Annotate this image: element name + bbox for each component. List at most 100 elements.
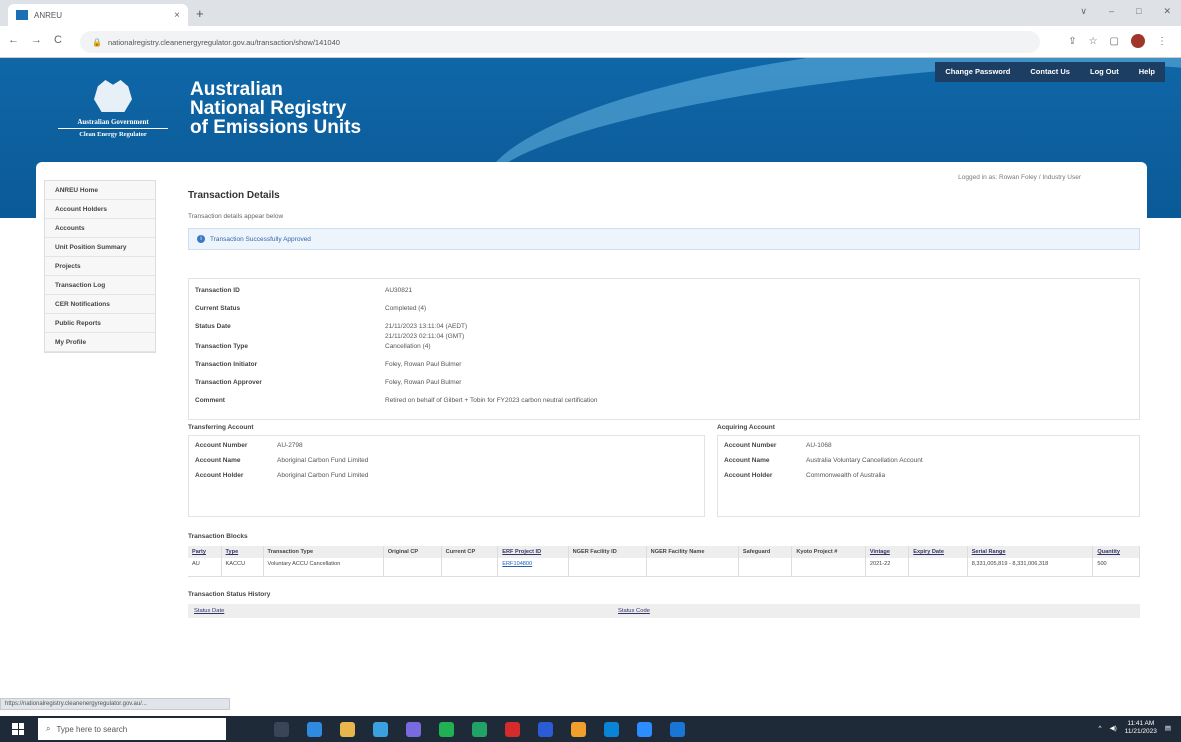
sidepanel-icon[interactable]: ▢ [1110, 36, 1119, 47]
windows-taskbar: ⌕ Type here to search ^ ◀) 11:41 AM 11/2… [0, 716, 1181, 742]
sidebar-item-projects[interactable]: Projects [45, 257, 155, 276]
col-status-code[interactable]: Status Code [618, 608, 650, 614]
sidebar-item-cer-notifications[interactable]: CER Notifications [45, 295, 155, 314]
col-type[interactable]: Type [221, 546, 264, 558]
taskbar-clock[interactable]: 11:41 AM 11/21/2023 [1125, 720, 1157, 736]
gov-logo-line1: Australian Government [58, 118, 168, 129]
volume-icon[interactable]: ◀) [1110, 724, 1117, 732]
acrobat-icon[interactable] [505, 721, 520, 737]
detail-value: AU30821 [385, 287, 413, 294]
col-serial-range[interactable]: Serial Range [967, 546, 1094, 558]
nav-buttons: ← → C [8, 34, 62, 46]
detail-value: Foley, Rowan Paul Bulmer [385, 361, 462, 368]
col-transaction-type: Transaction Type [263, 546, 384, 558]
sidebar-item-account-holders[interactable]: Account Holders [45, 200, 155, 219]
tab-close-icon[interactable]: × [174, 10, 180, 21]
detail-label: Comment [195, 397, 225, 404]
account-value: AU-1068 [806, 442, 832, 449]
url-field[interactable]: 🔒 nationalregistry.cleanenergyregulator.… [80, 31, 1040, 53]
detail-label: Transaction Approver [195, 379, 262, 386]
col-kyoto-project: Kyoto Project # [791, 546, 866, 558]
gov-logo-line2: Clean Energy Regulator [79, 131, 147, 138]
share-icon[interactable]: ⇪ [1068, 36, 1076, 47]
erf-project-link[interactable]: ERF104800 [502, 561, 532, 567]
notifications-icon[interactable]: ▤ [1165, 724, 1171, 732]
col-original-cp: Original CP [383, 546, 442, 558]
sidebar-item-my-profile[interactable]: My Profile [45, 333, 155, 352]
reload-icon[interactable]: C [54, 34, 62, 46]
page-subtitle: Transaction details appear below [188, 213, 284, 220]
change-password-link[interactable]: Change Password [935, 62, 1020, 82]
tab-title: ANREU [34, 10, 63, 20]
sidebar-item-accounts[interactable]: Accounts [45, 219, 155, 238]
detail-row: Transaction Type Cancellation (4) [195, 343, 1139, 361]
favicon-icon [16, 10, 28, 20]
forward-icon[interactable]: → [31, 34, 42, 46]
col-vintage[interactable]: Vintage [865, 546, 910, 558]
tray-chevron-icon[interactable]: ^ [1099, 725, 1102, 732]
tab-search-button[interactable]: ∨ [1080, 6, 1087, 17]
col-expiry-date[interactable]: Expiry Date [908, 546, 968, 558]
sidebar-item-anreu-home[interactable]: ANREU Home [45, 181, 155, 200]
edge-pinned-icon[interactable] [604, 721, 619, 737]
gov-logo[interactable]: Australian Government Clean Energy Regul… [58, 80, 168, 138]
cell-nger-facility-id [568, 558, 647, 577]
teams-icon[interactable] [406, 721, 421, 737]
col-current-cp: Current CP [441, 546, 499, 558]
account-row: Account Holder Commonwealth of Australia [724, 472, 1133, 479]
cell-expiry-date [908, 558, 968, 577]
bookmark-star-icon[interactable]: ☆ [1089, 36, 1098, 47]
maximize-button[interactable]: □ [1136, 6, 1141, 17]
log-out-link[interactable]: Log Out [1080, 62, 1129, 82]
cell-serial-range: 8,331,005,819 - 8,331,006,318 [967, 558, 1094, 577]
spotify-icon[interactable] [472, 721, 487, 737]
profile-avatar[interactable] [1131, 34, 1145, 48]
cell-nger-facility-name [646, 558, 739, 577]
col-quantity[interactable]: Quantity [1092, 546, 1140, 558]
help-link[interactable]: Help [1129, 62, 1165, 82]
store-icon[interactable] [373, 721, 388, 737]
col-nger-facility-id: NGER Facility ID [568, 546, 647, 558]
close-window-button[interactable]: ✕ [1163, 6, 1171, 17]
word-icon[interactable] [538, 721, 553, 737]
status-date-gmt: 21/11/2023 02:11:04 (GMT) [385, 333, 465, 340]
detail-row: Status Date 21/11/2023 13:11:04 (AEDT) 21/… [195, 323, 1139, 343]
transaction-status-history: Transaction Status History Status Date S… [188, 591, 1140, 618]
contact-us-link[interactable]: Contact Us [1020, 62, 1080, 82]
edge-icon[interactable] [307, 721, 322, 737]
cell-safeguard [738, 558, 793, 577]
new-tab-button[interactable]: + [196, 6, 204, 21]
accounts-section: Transferring Account Account Number AU-27… [188, 424, 1140, 517]
pinned-app-icon[interactable] [571, 721, 586, 737]
task-view-icon[interactable] [274, 721, 289, 737]
sidebar-nav: ANREU Home Account Holders Accounts Unit… [44, 180, 156, 353]
coat-of-arms-icon [94, 80, 132, 112]
account-row: Account Holder Aboriginal Carbon Fund Lim… [195, 472, 698, 479]
transaction-details-panel: Transaction ID AU30821 Current Status Comp… [188, 278, 1140, 420]
detail-value: Cancellation (4) [385, 343, 431, 350]
col-status-date[interactable]: Status Date [188, 608, 618, 614]
browser-tab[interactable]: ANREU × [8, 4, 188, 26]
status-history-heading: Transaction Status History [188, 590, 271, 598]
file-explorer-icon[interactable] [340, 721, 355, 737]
menu-kebab-icon[interactable]: ⋮ [1157, 36, 1167, 47]
col-erf-project-id[interactable]: ERF Project ID [497, 546, 569, 558]
taskbar-search-field[interactable]: ⌕ Type here to search [38, 718, 226, 740]
edge-beta-icon[interactable] [670, 721, 685, 737]
minimize-button[interactable]: – [1109, 6, 1114, 17]
zoom-icon[interactable] [637, 721, 652, 737]
detail-label: Transaction Initiator [195, 361, 258, 368]
chrome-icon[interactable] [439, 721, 454, 737]
detail-label: Transaction Type [195, 343, 248, 350]
lock-icon: 🔒 [92, 37, 102, 47]
col-party[interactable]: Party [188, 546, 222, 558]
sidebar-item-public-reports[interactable]: Public Reports [45, 314, 155, 333]
windows-start-icon[interactable] [12, 723, 24, 735]
account-label: Account Name [724, 457, 770, 464]
sidebar-item-unit-position-summary[interactable]: Unit Position Summary [45, 238, 155, 257]
transferring-account: Transferring Account Account Number AU-27… [188, 424, 705, 517]
search-icon: ⌕ [46, 724, 51, 733]
back-icon[interactable]: ← [8, 34, 19, 46]
registry-title-line1: Australian [190, 79, 283, 100]
sidebar-item-transaction-log[interactable]: Transaction Log [45, 276, 155, 295]
